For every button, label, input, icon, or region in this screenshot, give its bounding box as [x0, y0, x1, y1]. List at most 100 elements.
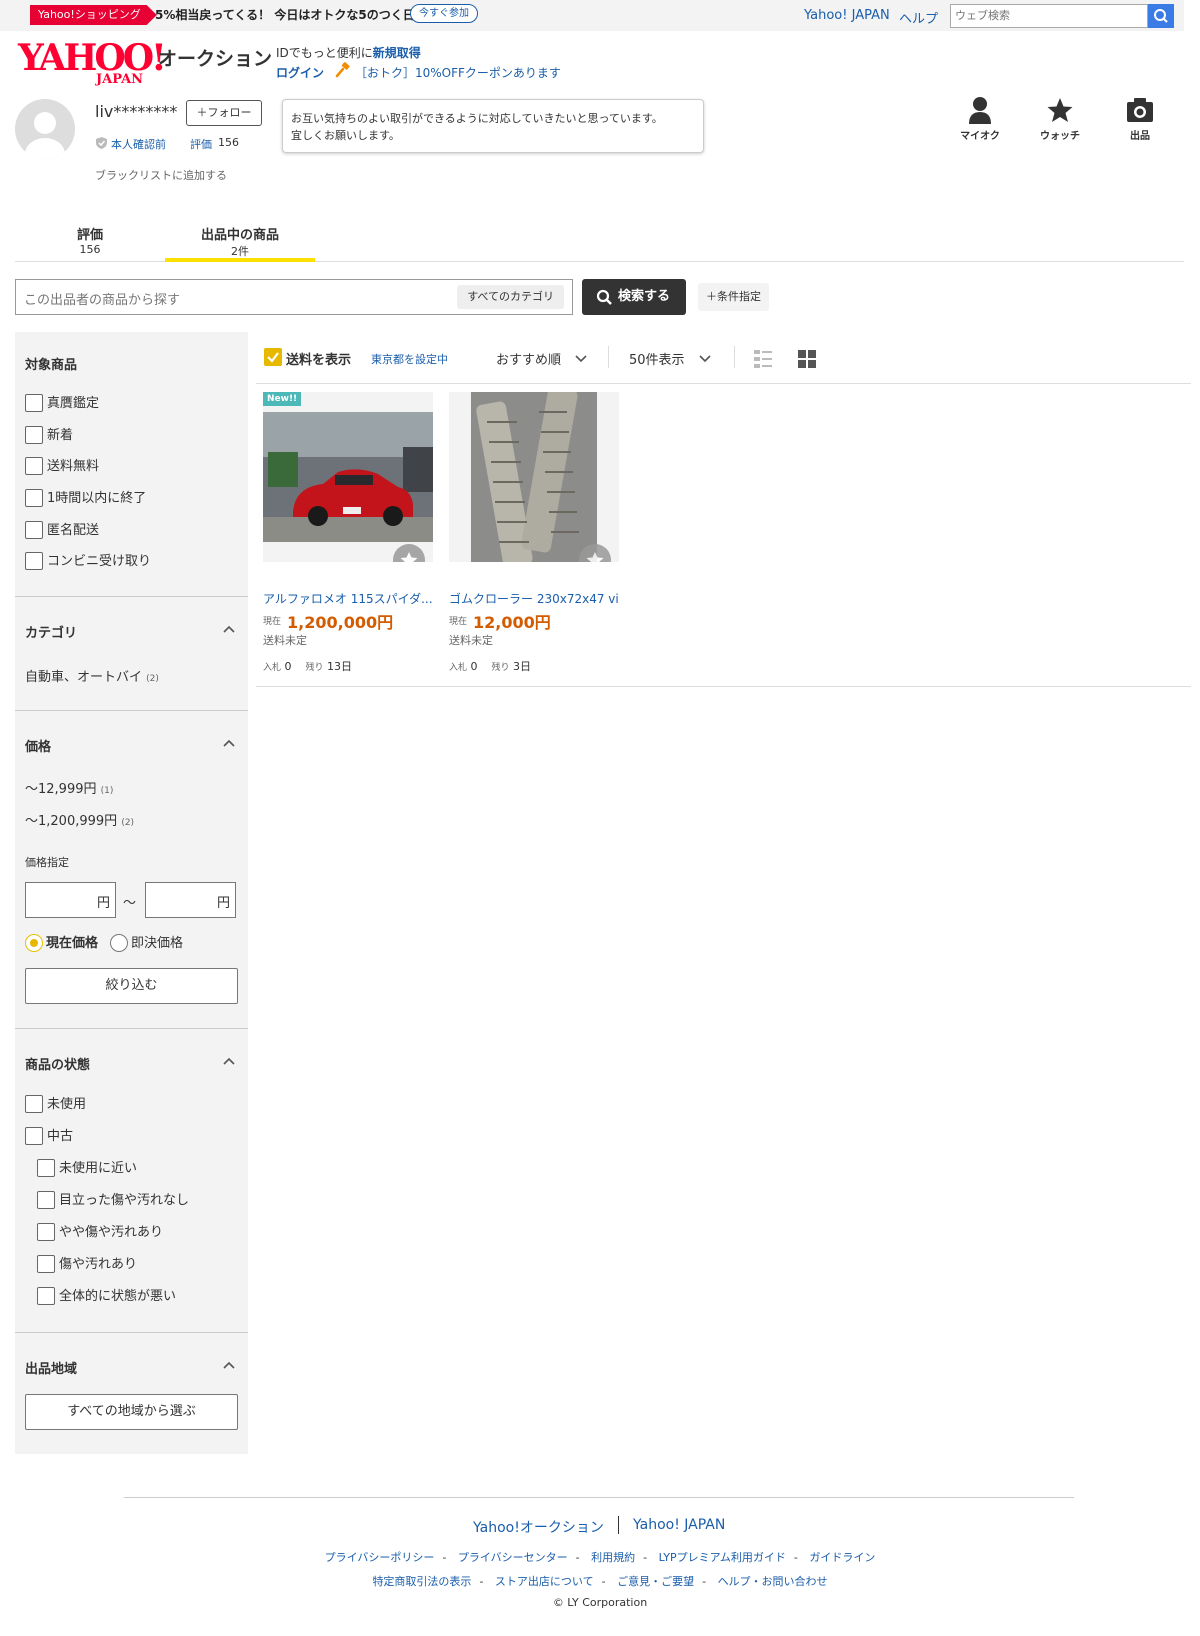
checkbox[interactable] [25, 1126, 43, 1145]
watch-nav[interactable]: ウォッチ [1030, 96, 1090, 142]
signup-link[interactable]: 新規取得 [373, 46, 421, 60]
filter-condition-some-damage[interactable]: やや傷や汚れあり [37, 1222, 163, 1243]
checkbox[interactable] [25, 520, 43, 539]
shipping-location-link[interactable]: 東京都を設定中 [371, 351, 448, 367]
filter-button[interactable]: 絞り込む [25, 968, 238, 1004]
filter-condition-damaged[interactable]: 傷や汚れあり [37, 1254, 137, 1275]
star-icon [586, 552, 604, 562]
privacy-center-link[interactable]: プライバシーセンター [458, 1551, 568, 1564]
search-button[interactable]: 検索する [582, 279, 686, 315]
per-page-select[interactable]: 50件表示 [629, 349, 711, 368]
feedback-link[interactable]: ご意見・ご要望 [617, 1575, 694, 1588]
item-card[interactable]: ゴムクローラー 230x72x47 vi... 現在 12,000円 送料未定 … [449, 392, 619, 673]
checkbox[interactable] [25, 1094, 43, 1113]
min-price-input[interactable]: 円 [25, 882, 116, 918]
filter-authenticity[interactable]: 真贋鑑定 [25, 393, 100, 414]
radio-buynow-price[interactable]: 即決価格 [110, 932, 183, 953]
item-title[interactable]: ゴムクローラー 230x72x47 vi... [449, 590, 619, 607]
seller-search-input[interactable]: この出品者の商品から探す すべてのカテゴリ [15, 279, 573, 315]
checkbox[interactable] [25, 488, 43, 507]
chevron-up-icon[interactable] [223, 624, 235, 636]
filter-condition-no-damage[interactable]: 目立った傷や汚れなし [37, 1190, 189, 1211]
follow-button[interactable]: ＋フォロー [186, 100, 262, 126]
myauc-nav[interactable]: マイオク [950, 96, 1010, 142]
checkbox[interactable] [37, 1190, 55, 1209]
web-search-button[interactable] [1148, 4, 1174, 28]
checkbox[interactable] [37, 1222, 55, 1241]
promo-join-button[interactable]: 今すぐ参加 [410, 4, 478, 23]
search-button-label: 検索する [618, 289, 671, 304]
shopping-promo-badge[interactable]: Yahoo!ショッピング [30, 5, 157, 25]
checkbox-label: 真贋鑑定 [47, 396, 100, 411]
filter-condition-used[interactable]: 中古 [25, 1126, 73, 1147]
select-region-button[interactable]: すべての地域から選ぶ [25, 1394, 238, 1430]
price-specify-label: 価格指定 [25, 856, 69, 869]
login-link[interactable]: ログイン [276, 64, 324, 81]
category-select[interactable]: すべてのカテゴリ [457, 285, 564, 309]
range-separator: 〜 [123, 896, 137, 911]
list-view-icon[interactable] [754, 350, 772, 368]
sort-select[interactable]: おすすめ順 [496, 349, 587, 368]
radio-current-price[interactable]: 現在価格 [25, 932, 98, 953]
privacy-policy-link[interactable]: プライバシーポリシー [325, 1551, 435, 1564]
watch-star-button[interactable] [579, 544, 611, 562]
item-card[interactable]: New!! アルファロメオ 115スパイダ... 現在 1,200,000円 送… [263, 392, 433, 673]
coupon-link[interactable]: ［おトク］10%OFFクーポンあります [355, 64, 561, 81]
filter-condition-poor[interactable]: 全体的に状態が悪い [37, 1286, 176, 1307]
yahoo-japan-link[interactable]: Yahoo! JAPAN [804, 8, 890, 23]
verification-status: 本人確認前 [95, 136, 166, 152]
checkbox[interactable] [37, 1286, 55, 1305]
promo-text[interactable]: 5%相当戻ってくる！ 今日はオトクな5のつく日 [155, 6, 415, 23]
web-search-input[interactable] [950, 4, 1148, 28]
store-open-link[interactable]: ストア出店について [495, 1575, 594, 1588]
terms-link[interactable]: 利用規約 [591, 1551, 635, 1564]
checkbox[interactable] [37, 1158, 55, 1177]
footer-auction-link[interactable]: Yahoo!オークション [473, 1517, 604, 1537]
chevron-up-icon[interactable] [223, 1360, 235, 1372]
help-link[interactable]: ヘルプ [899, 8, 938, 27]
show-shipping-checkbox[interactable] [264, 348, 282, 366]
guidelines-link[interactable]: ガイドライン [809, 1551, 875, 1564]
item-title[interactable]: アルファロメオ 115スパイダ... [263, 590, 433, 607]
checkbox[interactable] [25, 393, 43, 412]
filter-condition-like-new[interactable]: 未使用に近い [37, 1158, 137, 1179]
max-price-input[interactable]: 円 [145, 882, 236, 918]
checkbox[interactable] [25, 456, 43, 475]
chevron-up-icon[interactable] [223, 1056, 235, 1068]
chevron-up-icon[interactable] [223, 738, 235, 750]
sell-nav[interactable]: 出品 [1110, 96, 1170, 142]
radio-button[interactable] [110, 933, 128, 952]
checkbox[interactable] [37, 1254, 55, 1273]
add-conditions-button[interactable]: ＋条件指定 [698, 283, 769, 311]
grid-view-icon[interactable] [798, 350, 816, 368]
price-range-link-2[interactable]: 〜1,200,999円 (2) [25, 810, 134, 829]
filter-new[interactable]: 新着 [25, 425, 73, 446]
myauc-label: マイオク [960, 131, 1000, 142]
tab-listings[interactable]: 出品中の商品 2件 [165, 218, 315, 262]
price-range-link-1[interactable]: 〜12,999円 (1) [25, 778, 113, 797]
footer-yahoo-japan-link[interactable]: Yahoo! JAPAN [633, 1517, 725, 1533]
add-to-blacklist-link[interactable]: ブラックリストに追加する [95, 167, 227, 183]
filter-free-shipping[interactable]: 送料無料 [25, 456, 99, 477]
filter-anonymous-delivery[interactable]: 匿名配送 [25, 520, 99, 541]
item-image[interactable] [449, 392, 619, 562]
logo-auction-text[interactable]: オークション [158, 44, 272, 71]
checkbox[interactable] [25, 425, 43, 444]
tab-ratings[interactable]: 評価 156 [15, 224, 165, 256]
current-label: 現在 [449, 617, 468, 627]
commercial-law-link[interactable]: 特定商取引法の表示 [372, 1575, 471, 1588]
show-shipping-label[interactable]: 送料を表示 [286, 349, 351, 368]
checkbox-label: 未使用 [47, 1097, 87, 1112]
filter-ending-soon[interactable]: 1時間以内に終了 [25, 488, 146, 509]
item-image[interactable]: New!! [263, 392, 433, 562]
category-link[interactable]: 自動車、オートバイ (2) [25, 666, 159, 685]
help-contact-link[interactable]: ヘルプ・お問い合わせ [718, 1575, 828, 1588]
radio-button[interactable] [25, 933, 43, 952]
watch-star-button[interactable] [393, 544, 425, 562]
yahoo-auction-logo[interactable]: YAHOO! JAPAN [18, 40, 167, 87]
checkbox[interactable] [25, 551, 43, 570]
lyp-premium-guide-link[interactable]: LYPプレミアム利用ガイド [659, 1551, 786, 1564]
filter-convenience-store[interactable]: コンビニ受け取り [25, 551, 151, 572]
filter-condition-unused[interactable]: 未使用 [25, 1094, 87, 1115]
rating-link[interactable]: 評価 [190, 136, 212, 152]
